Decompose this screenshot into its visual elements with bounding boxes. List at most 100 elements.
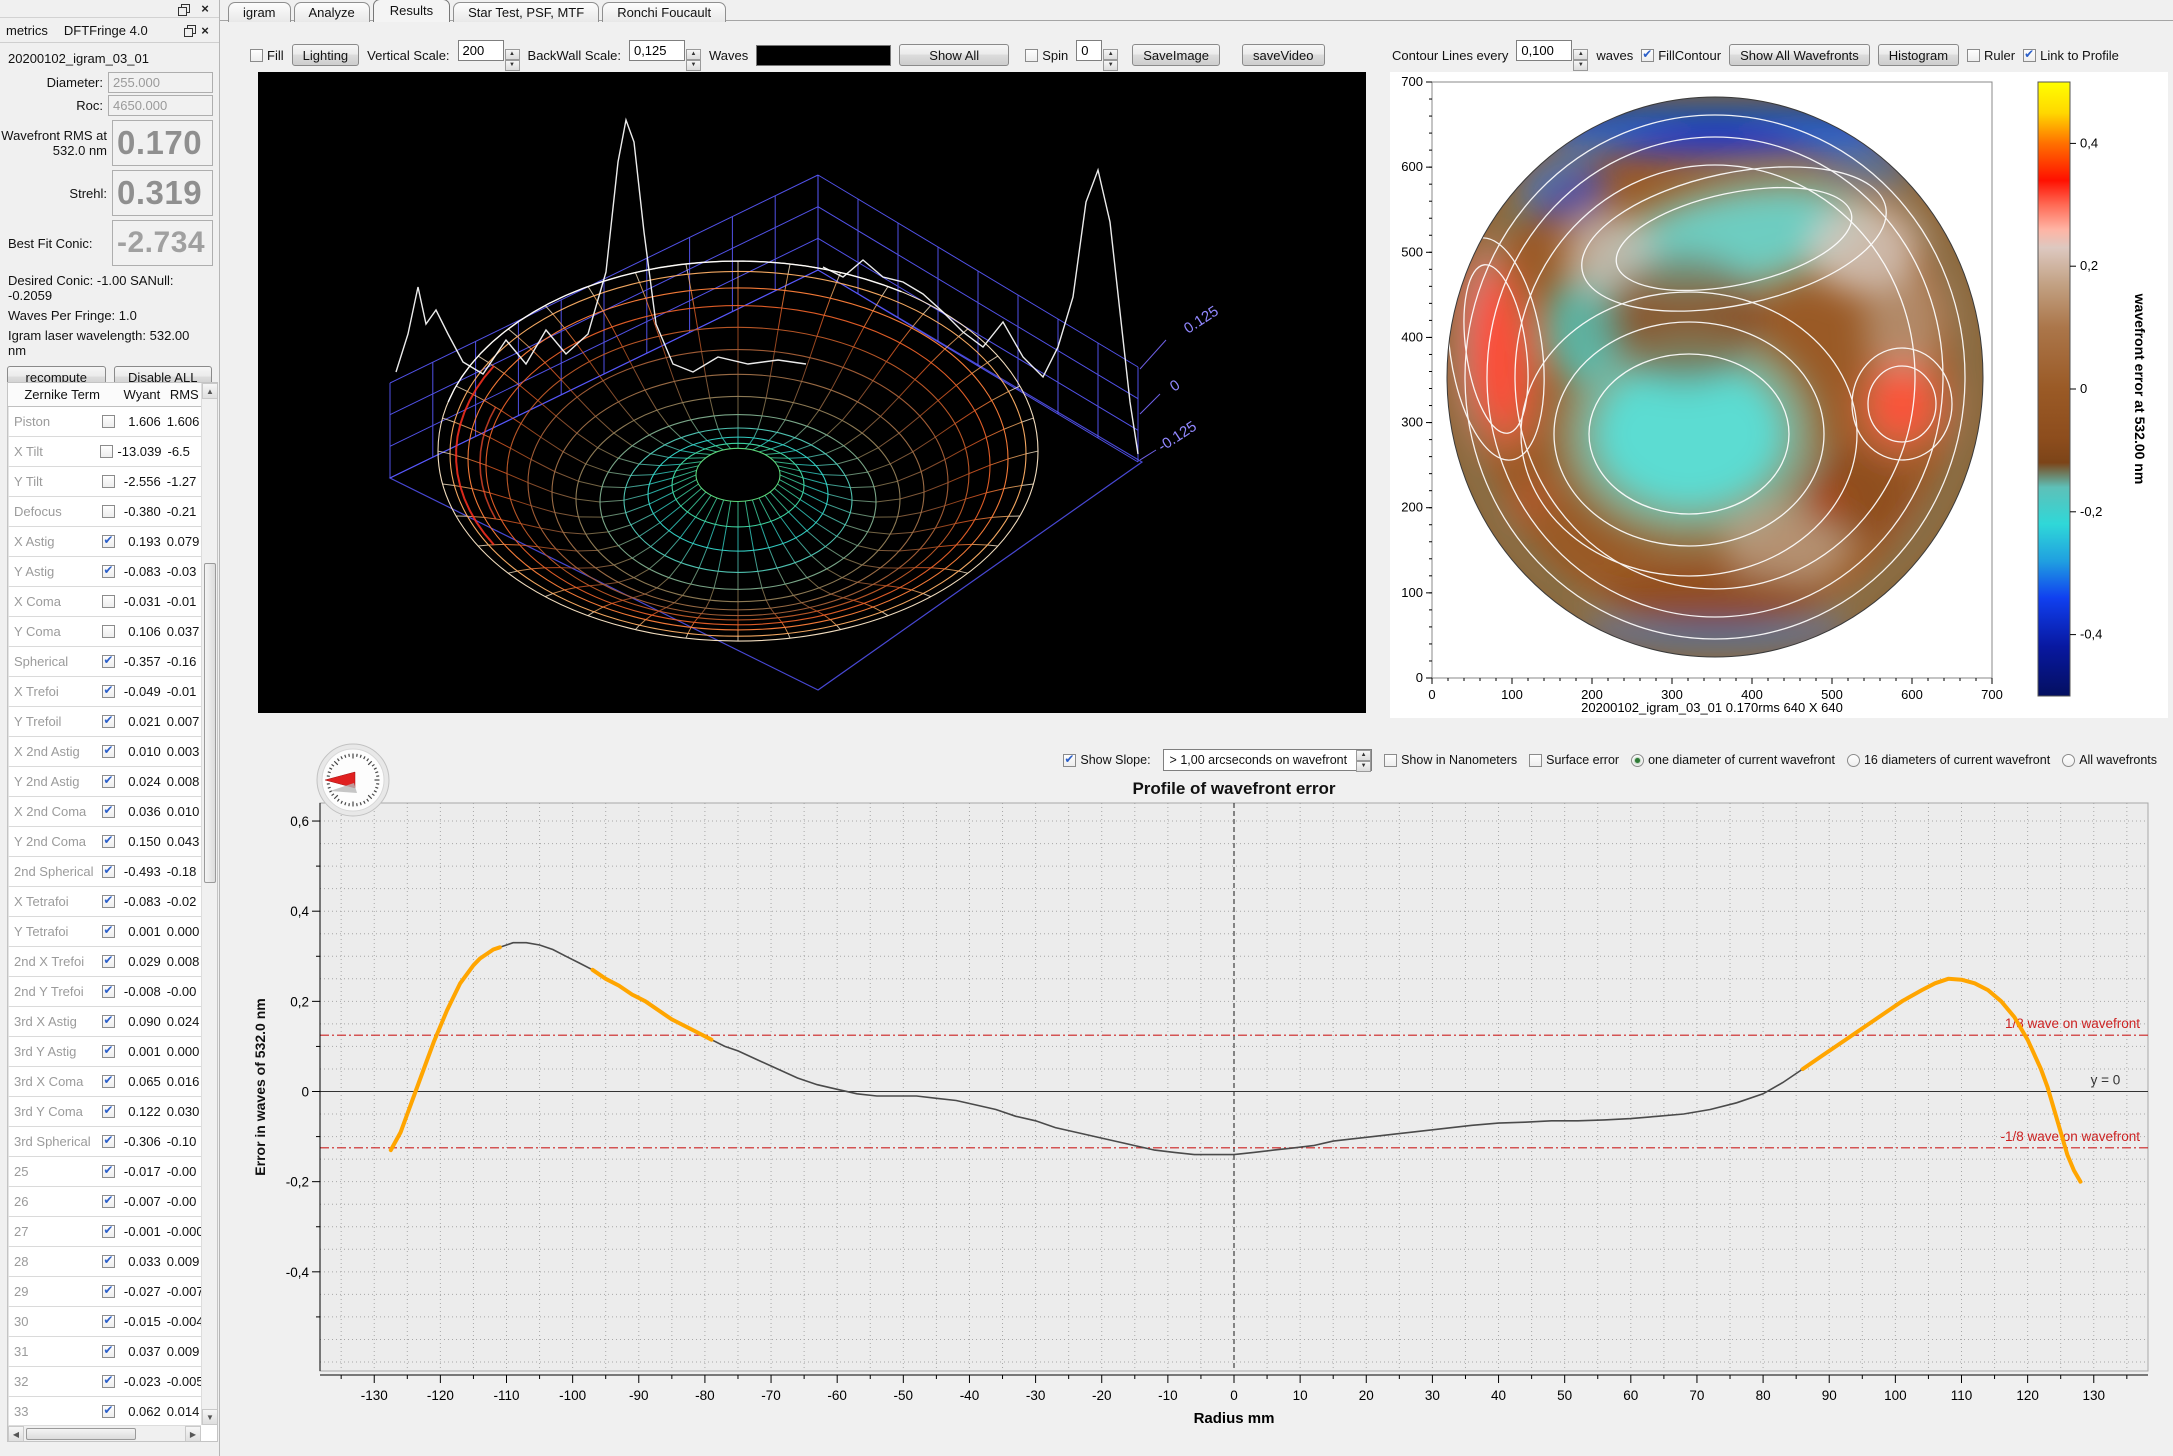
zernike-enable-checkbox[interactable] (102, 475, 115, 488)
zernike-enable-checkbox[interactable] (102, 1075, 115, 1088)
zernike-enable-checkbox[interactable] (102, 1195, 115, 1208)
zernike-enable-checkbox[interactable] (102, 505, 115, 518)
fill-contour-checkbox[interactable]: FillContour (1641, 48, 1721, 63)
zernike-enable-checkbox[interactable] (100, 445, 113, 458)
dock-tab-metrics[interactable]: metrics (6, 23, 48, 38)
show-in-nanometers-checkbox[interactable]: Show in Nanometers (1384, 753, 1517, 767)
zernike-rms-value: -6.5 (162, 444, 202, 459)
show-all-button[interactable]: Show All (899, 44, 1009, 66)
slope-direction-compass[interactable] (316, 743, 390, 817)
zernike-enable-checkbox[interactable] (102, 1045, 115, 1058)
zernike-enable-checkbox[interactable] (102, 925, 115, 938)
slope-threshold-combo[interactable]: > 1,00 arcseconds on wavefront▲▼ (1163, 749, 1373, 771)
zernike-enable-checkbox[interactable] (102, 1345, 115, 1358)
spin-count-spinner[interactable]: ▲▼ (1103, 49, 1118, 70)
zernike-enable-checkbox[interactable] (102, 595, 115, 608)
svg-text:0: 0 (1230, 1388, 1238, 1403)
column-header-rms[interactable]: RMS (168, 387, 201, 402)
contour-view[interactable]: 0100200300400500600700010020030040050060… (1390, 72, 2168, 718)
scroll-up-icon[interactable]: ▲ (202, 383, 218, 399)
zernike-enable-checkbox[interactable] (102, 685, 115, 698)
zernike-horizontal-scrollbar[interactable]: ◀ ▶ (8, 1425, 201, 1441)
zernike-enable-checkbox[interactable] (102, 415, 115, 428)
svg-text:100: 100 (1401, 585, 1423, 600)
close-panel-button[interactable]: × (197, 23, 213, 37)
zernike-enable-checkbox[interactable] (102, 625, 115, 638)
dock-tab-dftfringe[interactable]: DFTFringe 4.0 (64, 23, 148, 38)
column-header-term[interactable]: Zernike Term (8, 387, 116, 402)
diameter-field[interactable] (108, 72, 213, 93)
save-video-button[interactable]: saveVideo (1242, 44, 1324, 66)
spin-checkbox[interactable]: Spin (1025, 48, 1068, 63)
vertical-scale-spinner[interactable]: ▲▼ (505, 49, 520, 70)
zernike-enable-checkbox[interactable] (102, 955, 115, 968)
tab-star-test-psf-mtf[interactable]: Star Test, PSF, MTF (453, 2, 599, 22)
ruler-checkbox[interactable]: Ruler (1967, 48, 2015, 63)
surface-3d-view[interactable]: 0.1250-0.125 (258, 72, 1366, 713)
scroll-left-icon[interactable]: ◀ (8, 1426, 24, 1442)
fill-checkbox[interactable]: Fill (250, 48, 284, 63)
zernike-enable-checkbox[interactable] (102, 835, 115, 848)
zernike-wyant-value: -0.023 (119, 1374, 160, 1389)
zernike-enable-checkbox[interactable] (102, 1285, 115, 1298)
zernike-enable-checkbox[interactable] (102, 1135, 115, 1148)
zernike-enable-checkbox[interactable] (102, 1105, 115, 1118)
scrollbar-thumb[interactable] (204, 563, 216, 883)
link-to-profile-checkbox[interactable]: Link to Profile (2023, 48, 2119, 63)
surface-3d-plot[interactable]: 0.1250-0.125 (258, 72, 1366, 713)
zernike-enable-checkbox[interactable] (102, 1165, 115, 1178)
vertical-scale-input[interactable] (458, 40, 504, 61)
zernike-enable-checkbox[interactable] (102, 895, 115, 908)
save-image-button[interactable]: SaveImage (1132, 44, 1220, 66)
surface-error-checkbox[interactable]: Surface error (1529, 753, 1619, 767)
spin-count-input[interactable] (1076, 40, 1102, 61)
radio-one-diameter[interactable]: one diameter of current wavefront (1631, 753, 1835, 767)
zernike-enable-checkbox[interactable] (102, 865, 115, 878)
tab-results[interactable]: Results (373, 0, 450, 22)
radio-all-wavefronts[interactable]: All wavefronts (2062, 753, 2157, 767)
tab-ronchi-foucault[interactable]: Ronchi Foucault (602, 2, 726, 22)
lighting-button[interactable]: Lighting (292, 44, 360, 66)
contour-step-input[interactable] (1516, 40, 1572, 61)
show-slope-checkbox[interactable]: Show Slope: (1063, 753, 1150, 767)
backwall-scale-input[interactable] (629, 40, 685, 61)
scrollbar-thumb[interactable] (26, 1428, 136, 1440)
zernike-enable-checkbox[interactable] (102, 775, 115, 788)
float-window-button[interactable] (175, 2, 191, 16)
column-header-wyant[interactable]: Wyant (116, 387, 167, 402)
scroll-right-icon[interactable]: ▶ (185, 1426, 201, 1442)
zernike-enable-checkbox[interactable] (102, 805, 115, 818)
zernike-row: X Tilt-13.039-6.5 (8, 437, 201, 467)
tab-igram[interactable]: igram (228, 2, 291, 22)
zernike-enable-checkbox[interactable] (102, 1255, 115, 1268)
float-panel-button[interactable] (181, 23, 197, 37)
tab-analyze[interactable]: Analyze (294, 2, 370, 22)
zernike-enable-checkbox[interactable] (102, 715, 115, 728)
zernike-enable-checkbox[interactable] (102, 1405, 115, 1418)
profile-chart[interactable]: 1/8 wave on wavefront-1/8 wave on wavefr… (282, 795, 2167, 1450)
histogram-button[interactable]: Histogram (1878, 44, 1959, 66)
contour-plot[interactable]: 0100200300400500600700010020030040050060… (1390, 72, 2168, 718)
show-all-wavefronts-button[interactable]: Show All Wavefronts (1729, 44, 1870, 66)
slope-spinner[interactable]: ▲▼ (1356, 750, 1371, 771)
radio-16-diameters[interactable]: 16 diameters of current wavefront (1847, 753, 2050, 767)
waves-color-swatch[interactable] (756, 45, 891, 66)
zernike-enable-checkbox[interactable] (102, 745, 115, 758)
zernike-row: 29-0.027-0.007 (8, 1277, 201, 1307)
zernike-enable-checkbox[interactable] (102, 1015, 115, 1028)
scroll-down-icon[interactable]: ▼ (202, 1409, 218, 1425)
zernike-enable-checkbox[interactable] (102, 1225, 115, 1238)
close-window-button[interactable]: × (197, 2, 213, 16)
contour-step-spinner[interactable]: ▲▼ (1573, 49, 1588, 70)
zernike-row: Piston1.6061.606 (8, 407, 201, 437)
zernike-enable-checkbox[interactable] (102, 565, 115, 578)
zernike-enable-checkbox[interactable] (102, 1315, 115, 1328)
zernike-vertical-scrollbar[interactable]: ▲ ▼ (201, 383, 217, 1425)
zernike-enable-checkbox[interactable] (102, 535, 115, 548)
zernike-enable-checkbox[interactable] (102, 1375, 115, 1388)
zernike-enable-checkbox[interactable] (102, 985, 115, 998)
zernike-wyant-value: 0.029 (119, 954, 160, 969)
backwall-scale-spinner[interactable]: ▲▼ (686, 49, 701, 70)
roc-field[interactable] (108, 95, 213, 116)
zernike-enable-checkbox[interactable] (102, 655, 115, 668)
